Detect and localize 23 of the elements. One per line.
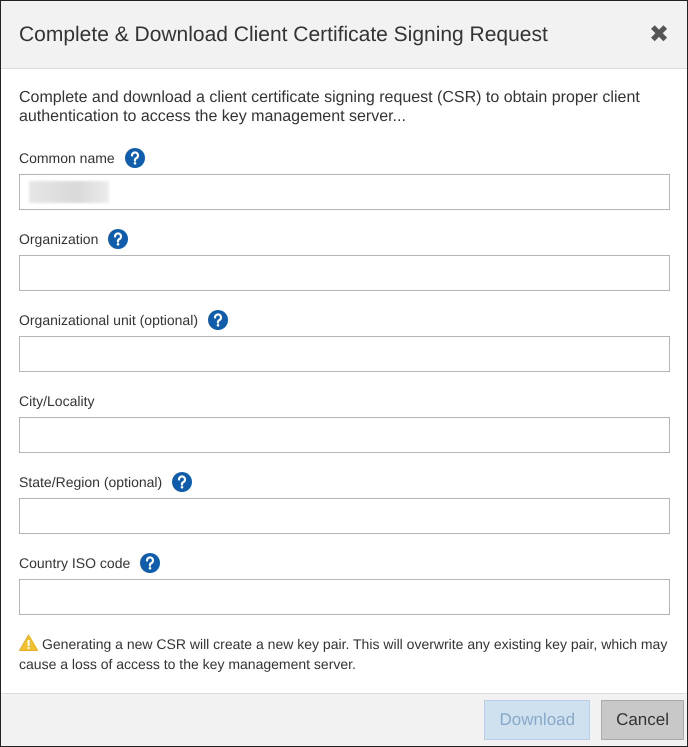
field-label: City/Locality (19, 393, 94, 409)
help-icon[interactable] (124, 148, 145, 168)
field-label: Organizational unit (optional) (19, 312, 198, 328)
input-field[interactable] (19, 579, 670, 615)
field-label: Country ISO code (19, 555, 130, 571)
input-field[interactable] (19, 174, 670, 210)
field-label: State/Region (optional) (19, 474, 162, 490)
input-field[interactable] (19, 417, 670, 453)
help-icon[interactable] (208, 310, 228, 330)
field-label: Organization (19, 231, 98, 247)
description-text: Complete and download a client certificate signing request (CSR) to obtain proper client authentication to access the key management server... (19, 88, 641, 126)
input-field[interactable] (19, 255, 670, 291)
input-field[interactable] (19, 498, 670, 534)
help-icon[interactable] (140, 553, 160, 573)
warning-icon (19, 634, 38, 651)
close-button[interactable]: ✖ (649, 22, 669, 46)
field-label: Common name (19, 150, 115, 166)
help-icon[interactable] (172, 472, 192, 492)
input-field[interactable] (19, 336, 670, 372)
dialog-title: Complete & Download Client Certificate Signing Request (19, 22, 548, 46)
warning-text: Generating a new CSR will create a new key pair. This will overwrite any existing key pair, which may cause a loss of access to the key management server. (19, 633, 668, 674)
help-icon[interactable] (108, 229, 128, 249)
cancel-button[interactable]: Cancel (601, 700, 684, 740)
